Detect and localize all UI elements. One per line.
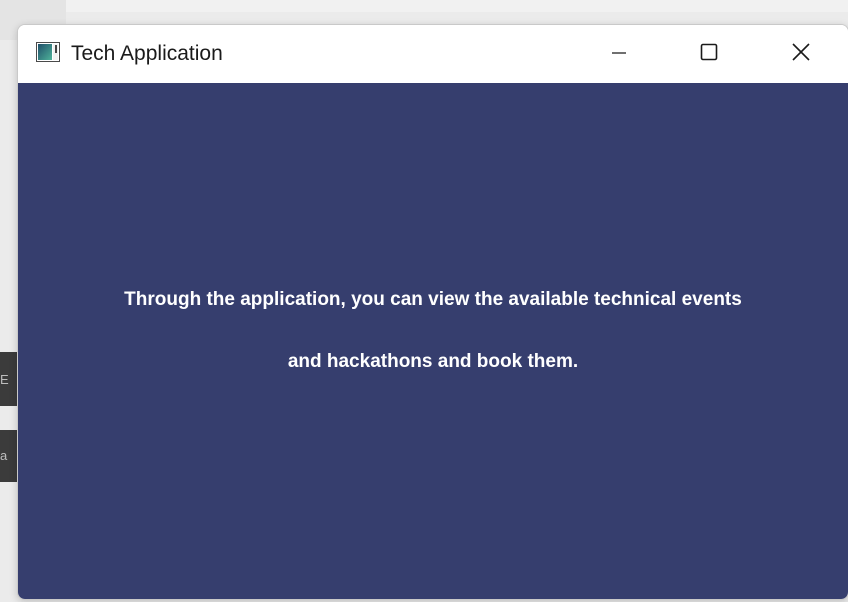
background-glyph: E	[0, 372, 9, 387]
description-line-1: Through the application, you can view th…	[124, 289, 742, 310]
close-button[interactable]	[766, 25, 836, 83]
title-bar[interactable]: Tech Application	[18, 25, 848, 83]
minimize-button[interactable]	[584, 25, 654, 83]
minimize-icon	[610, 43, 628, 65]
app-window: Tech Application Through the application…	[17, 24, 848, 600]
desktop-background: E a Tech Application Through the applica…	[0, 0, 848, 602]
app-window-icon	[36, 42, 60, 62]
maximize-button[interactable]	[674, 25, 744, 83]
maximize-icon	[699, 42, 719, 66]
close-icon	[790, 41, 812, 67]
background-strip	[0, 0, 848, 12]
description-line-2: and hackathons and book them.	[287, 351, 579, 372]
window-title: Tech Application	[71, 42, 223, 65]
content-panel: Through the application, you can view th…	[18, 83, 848, 599]
background-glyph: a	[0, 448, 8, 463]
